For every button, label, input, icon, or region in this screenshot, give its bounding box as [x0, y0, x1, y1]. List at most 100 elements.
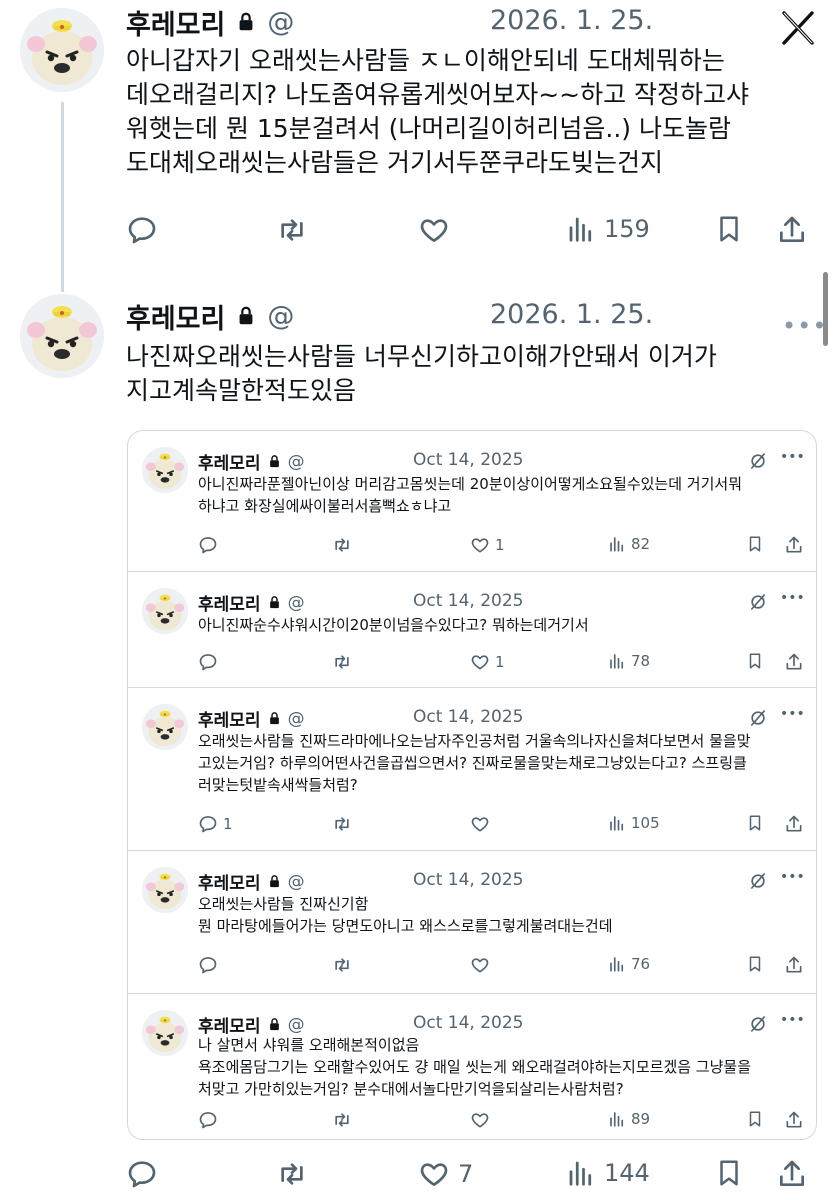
display-name: 후레모리	[198, 454, 261, 474]
quoted-header: 후레모리 @	[198, 706, 305, 732]
display-name[interactable]: 후레모리	[126, 297, 225, 336]
views-button[interactable]: 105	[608, 814, 660, 832]
more-icon[interactable]: •••	[780, 590, 805, 606]
quoted-text: 오래씻는사람들 진짜신기함 뭔 마라탕에들어가는 당면도아니고 왜스스로를그렇게…	[198, 895, 613, 935]
grok-icon[interactable]	[748, 451, 768, 471]
lock-icon	[235, 11, 257, 33]
views-button[interactable]: 76	[608, 955, 650, 973]
bookmark-button[interactable]	[746, 814, 764, 832]
quoted-tweet[interactable]: 후레모리 @ Oct 14, 2025 ••• 아니진짜라푼젤아닌이상 머리감고…	[128, 431, 816, 571]
bookmark-button[interactable]	[746, 1110, 764, 1128]
quoted-actions: 1 105	[198, 814, 808, 838]
quoted-date: Oct 14, 2025	[413, 450, 524, 470]
views-button[interactable]: 144	[566, 1158, 650, 1188]
like-button[interactable]	[418, 214, 458, 246]
avatar[interactable]	[20, 8, 104, 92]
tweet-text: 아니갑자기 오래씻는사람들 ㅈㄴ이해안되네 도대체뭐하는 데오래걸리지? 나도좀…	[126, 46, 750, 177]
view-count: 78	[631, 652, 651, 670]
tweet-date[interactable]: 2026. 1. 25.	[490, 5, 653, 36]
bookmark-button[interactable]	[746, 535, 764, 553]
display-name[interactable]: 후레모리	[126, 3, 225, 42]
view-count: 105	[631, 814, 660, 832]
handle: @	[287, 592, 305, 613]
reply-button[interactable]	[198, 955, 223, 975]
grok-icon[interactable]	[748, 1014, 768, 1034]
reply-button[interactable]	[198, 535, 223, 555]
like-button[interactable]	[470, 814, 495, 834]
views-button[interactable]: 78	[608, 652, 650, 670]
reply-button[interactable]: 1	[198, 814, 233, 834]
more-icon[interactable]: •••	[780, 449, 805, 465]
avatar	[142, 447, 188, 493]
view-count: 159	[604, 215, 650, 243]
quoted-tweet[interactable]: 후레모리 @ Oct 14, 2025 ••• 나 살면서 샤워를 오래해본적이…	[128, 994, 816, 1139]
like-button[interactable]	[470, 955, 495, 975]
share-button[interactable]	[784, 1110, 804, 1130]
quoted-date: Oct 14, 2025	[413, 870, 524, 890]
like-button[interactable]: 1	[470, 535, 505, 555]
retweet-button[interactable]	[332, 652, 357, 672]
reply-button[interactable]	[198, 1110, 223, 1130]
share-button[interactable]	[784, 535, 804, 555]
grok-icon[interactable]	[748, 592, 768, 612]
reply-button[interactable]	[126, 1158, 166, 1190]
more-icon[interactable]: •••	[780, 869, 805, 885]
grok-icon[interactable]	[748, 708, 768, 728]
avatar	[142, 1010, 188, 1056]
close-icon[interactable]	[778, 8, 818, 48]
like-count: 7	[458, 1160, 474, 1188]
grok-icon[interactable]	[748, 871, 768, 891]
retweet-button[interactable]	[332, 535, 357, 555]
tweet-date[interactable]: 2026. 1. 25.	[490, 299, 653, 330]
quoted-tweet[interactable]: 후레모리 @ Oct 14, 2025 ••• 오래씻는사람들 진짜신기함 뭔 …	[128, 851, 816, 993]
tweet-actions: 159	[126, 210, 816, 250]
like-button[interactable]	[470, 1110, 495, 1130]
views-button[interactable]: 82	[608, 535, 650, 553]
handle: @	[287, 1014, 305, 1035]
like-button[interactable]: 1	[470, 652, 505, 672]
bookmark-button[interactable]	[746, 955, 764, 973]
quoted-actions: 1 82	[198, 535, 808, 559]
share-button[interactable]	[776, 1158, 808, 1190]
avatar	[142, 704, 188, 750]
retweet-button[interactable]	[332, 814, 357, 834]
quoted-date: Oct 14, 2025	[413, 591, 524, 611]
view-count: 89	[631, 1110, 651, 1128]
avatar[interactable]	[20, 294, 104, 378]
more-icon[interactable]: •••	[780, 1012, 805, 1028]
quoted-tweet[interactable]: 후레모리 @ Oct 14, 2025 ••• 아니진짜순수샤워시간이20분이넘…	[128, 572, 816, 687]
share-button[interactable]	[776, 214, 808, 246]
bookmark-button[interactable]	[714, 214, 744, 244]
bookmark-button[interactable]	[714, 1158, 744, 1188]
lock-icon	[267, 874, 282, 889]
quoted-tweet[interactable]: 후레모리 @ Oct 14, 2025 ••• 오래씻는사람들 진짜드라마에나오…	[128, 688, 816, 850]
thread-line	[61, 102, 64, 292]
more-icon[interactable]: •••	[782, 312, 827, 340]
avatar	[142, 588, 188, 634]
more-icon[interactable]: •••	[780, 706, 805, 722]
bookmark-button[interactable]	[746, 652, 764, 670]
reply-button[interactable]	[198, 652, 223, 672]
quoted-thread[interactable]: 후레모리 @ Oct 14, 2025 ••• 아니진짜라푼젤아닌이상 머리감고…	[127, 430, 817, 1140]
views-button[interactable]: 89	[608, 1110, 650, 1128]
views-button[interactable]: 159	[566, 214, 650, 244]
quoted-header: 후레모리 @	[198, 449, 305, 475]
retweet-button[interactable]	[332, 955, 357, 975]
view-count: 144	[604, 1159, 650, 1187]
like-count: 1	[495, 536, 505, 554]
display-name: 후레모리	[198, 711, 261, 731]
handle: @	[287, 871, 305, 892]
share-button[interactable]	[784, 814, 804, 834]
quoted-actions: 76	[198, 955, 808, 979]
handle[interactable]: @	[267, 301, 294, 332]
reply-button[interactable]	[126, 214, 166, 246]
retweet-button[interactable]	[276, 214, 316, 246]
quoted-text: 아니진짜라푼젤아닌이상 머리감고몸씻는데 20분이상이어떻게소요될수있는데 거기…	[198, 475, 742, 515]
share-button[interactable]	[784, 652, 804, 672]
retweet-button[interactable]	[276, 1158, 316, 1190]
like-button[interactable]: 7	[418, 1158, 473, 1190]
share-button[interactable]	[784, 955, 804, 975]
avatar	[142, 867, 188, 913]
retweet-button[interactable]	[332, 1110, 357, 1130]
handle[interactable]: @	[267, 7, 294, 38]
